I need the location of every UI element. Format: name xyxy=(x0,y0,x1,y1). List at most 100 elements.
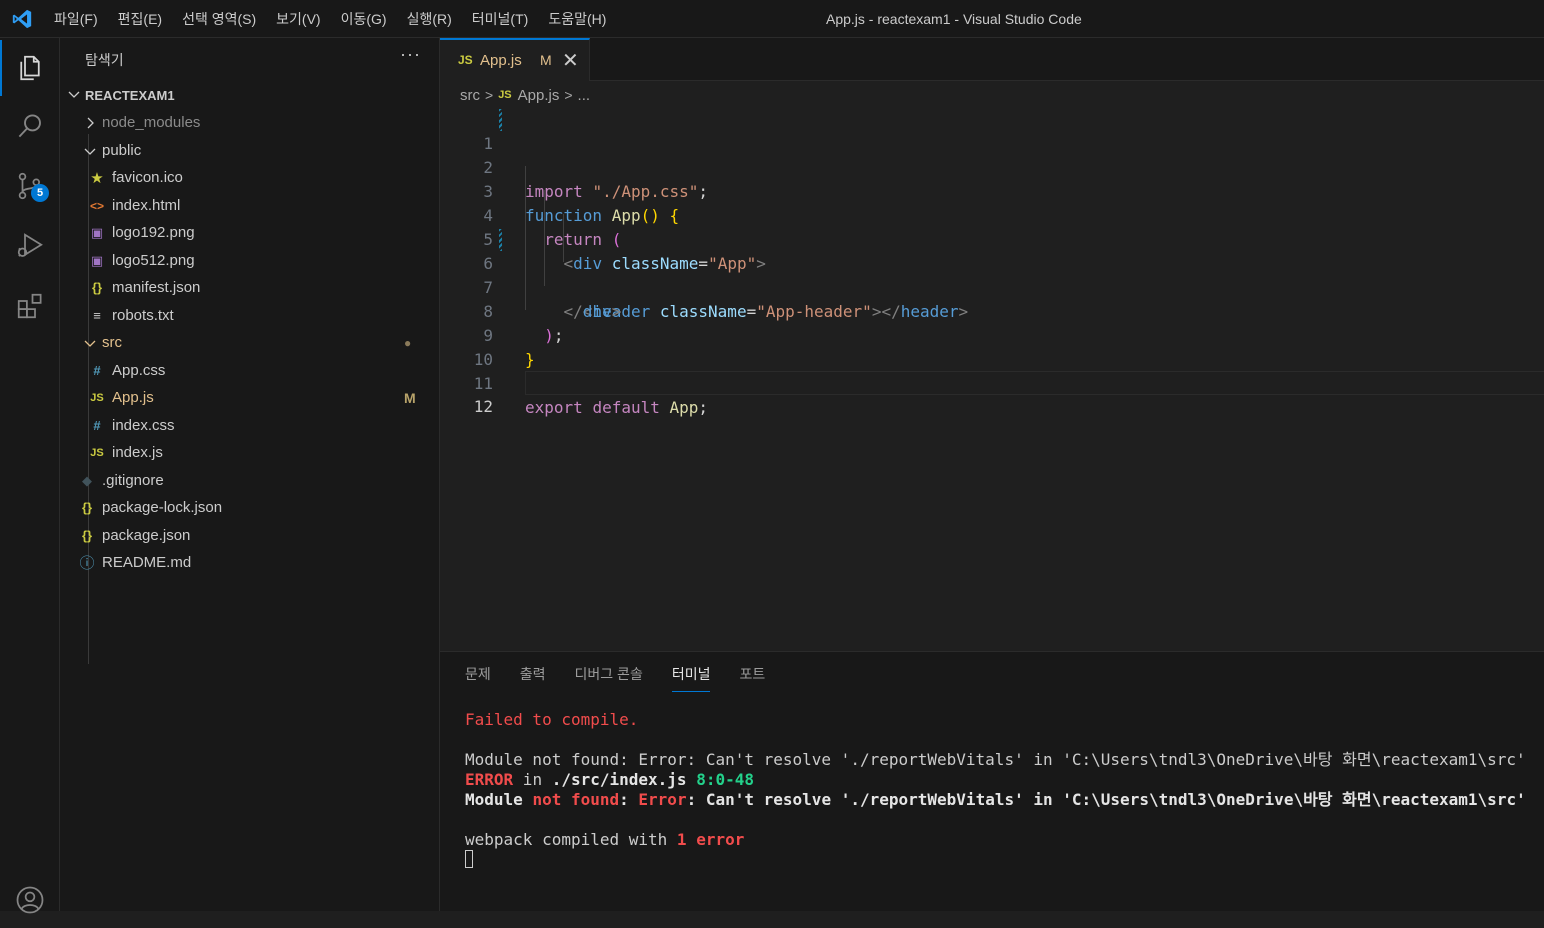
menu-view[interactable]: 보기(V) xyxy=(266,0,330,38)
tree-item-label: public xyxy=(102,142,142,159)
vscode-logo-icon xyxy=(12,9,32,29)
tree-item-favicon[interactable]: ★ favicon.ico xyxy=(60,164,439,191)
search-button[interactable] xyxy=(0,98,60,154)
terminal-line: Module not found: Error: Can't resolve '… xyxy=(465,750,1526,769)
terminal-cursor xyxy=(465,850,473,868)
tree-item-readme[interactable]: ⓘ README.md xyxy=(60,549,439,576)
code-line: 10 xyxy=(440,324,1544,369)
tree-item-logo512[interactable]: ▣ logo512.png xyxy=(60,247,439,274)
extensions-icon xyxy=(17,293,42,319)
tree-item-label: index.css xyxy=(112,417,175,434)
chevron-right-icon: > xyxy=(564,87,573,103)
star-icon: ★ xyxy=(90,169,104,187)
tree-item-manifest[interactable]: {} manifest.json xyxy=(60,274,439,301)
explorer-icon xyxy=(20,55,40,81)
tree-item-package-lock[interactable]: {} package-lock.json xyxy=(60,494,439,521)
code-line: 9 } xyxy=(440,300,1544,369)
js-file-icon: JS xyxy=(458,53,473,67)
code-line: 3 function App() { xyxy=(440,156,1544,225)
code-line: 6 <header className="App-header"></heade… xyxy=(440,228,1544,321)
terminal-line: webpack compiled with 1 error xyxy=(465,830,745,849)
explorer-button[interactable] xyxy=(0,40,60,96)
tree-item-index-css[interactable]: # index.css xyxy=(60,412,439,439)
menu-run[interactable]: 실행(R) xyxy=(397,0,462,38)
menu-help[interactable]: 도움말(H) xyxy=(538,0,616,38)
tree-item-index-js[interactable]: JS index.js xyxy=(60,439,439,466)
run-debug-button[interactable] xyxy=(0,218,60,274)
chevron-down-icon xyxy=(84,340,96,347)
tab-ports[interactable]: 포트 xyxy=(739,664,765,692)
tab-problems[interactable]: 문제 xyxy=(465,664,491,692)
terminal-line: ERROR in ./src/index.js 8:0-48 xyxy=(465,770,754,789)
tab-app-js[interactable]: JS App.js M ✕ xyxy=(440,38,590,81)
tree-item-index-html[interactable]: <> index.html xyxy=(60,192,439,219)
json-file-icon: {} xyxy=(91,280,103,295)
menu-go[interactable]: 이동(G) xyxy=(331,0,397,38)
extensions-button[interactable] xyxy=(0,278,60,334)
info-icon: ⓘ xyxy=(79,555,95,572)
breadcrumb-folder[interactable]: src xyxy=(460,87,480,104)
menu-selection[interactable]: 선택 영역(S) xyxy=(172,0,266,38)
tree-item-label: package-lock.json xyxy=(102,499,223,516)
breadcrumb-file[interactable]: App.js xyxy=(518,87,560,104)
tab-output[interactable]: 출력 xyxy=(520,664,546,692)
source-control-button[interactable]: 5 xyxy=(0,158,60,214)
tree-item-robots[interactable]: ≡ robots.txt xyxy=(60,302,439,329)
tree-item-node-modules[interactable]: node_modules xyxy=(60,109,439,136)
css-file-icon: # xyxy=(93,418,101,433)
accounts-button[interactable] xyxy=(0,872,60,928)
tree-item-logo192[interactable]: ▣ logo192.png xyxy=(60,219,439,246)
tree-item-public[interactable]: public xyxy=(60,137,439,164)
tree-item-gitignore[interactable]: ◆ .gitignore xyxy=(60,467,439,494)
code-line: 2 xyxy=(440,132,1544,177)
code-line: 7 </div> xyxy=(440,252,1544,321)
breadcrumb-more[interactable]: ... xyxy=(578,87,591,104)
gutter-modified-marker xyxy=(499,229,502,251)
chevron-down-icon xyxy=(84,148,96,155)
tab-label: App.js xyxy=(480,52,522,69)
image-file-icon: ▣ xyxy=(90,224,104,240)
title-bar: 파일(F) 편집(E) 선택 영역(S) 보기(V) 이동(G) 실행(R) 터… xyxy=(0,0,1544,38)
tree-item-src[interactable]: src ● xyxy=(60,329,439,356)
close-icon[interactable]: ✕ xyxy=(562,48,579,73)
tab-terminal[interactable]: 터미널 xyxy=(671,664,710,692)
sidebar-title: 탐색기 xyxy=(85,52,124,68)
tree-item-label: robots.txt xyxy=(112,307,174,324)
terminal-output[interactable]: Failed to compile. Module not found: Err… xyxy=(465,710,1526,870)
code-editor[interactable]: 1 import "./App.css"; 2 3 function App()… xyxy=(440,108,1544,651)
more-actions-icon[interactable]: ··· xyxy=(400,44,421,65)
menu-file[interactable]: 파일(F) xyxy=(44,0,108,38)
menu-edit[interactable]: 편집(E) xyxy=(108,0,172,38)
menu-terminal[interactable]: 터미널(T) xyxy=(462,0,539,38)
tree-item-label: .gitignore xyxy=(102,472,164,489)
text-file-icon: ≡ xyxy=(93,308,101,323)
js-file-icon: JS xyxy=(498,89,512,101)
editor-tab-bar: JS App.js M ✕ xyxy=(440,38,1544,81)
search-icon xyxy=(18,114,41,138)
tree-item-package-json[interactable]: {} package.json xyxy=(60,522,439,549)
css-file-icon: # xyxy=(93,363,101,378)
run-debug-icon xyxy=(17,233,43,257)
image-file-icon: ▣ xyxy=(90,252,104,268)
git-file-icon: ◆ xyxy=(82,472,92,488)
js-file-icon: JS xyxy=(90,391,104,404)
panel-tabs: 문제 출력 디버그 콘솔 터미널 포트 xyxy=(465,664,794,692)
workspace-header[interactable]: REACTEXAM1 xyxy=(60,83,439,107)
gutter-modified-marker xyxy=(499,109,502,131)
tree-item-app-js[interactable]: JS App.js M xyxy=(60,384,439,411)
tree-item-label: src xyxy=(102,334,122,351)
tree-item-label: manifest.json xyxy=(112,279,201,296)
js-file-icon: JS xyxy=(90,446,104,459)
tab-debug-console[interactable]: 디버그 콘솔 xyxy=(575,664,643,692)
tab-modified-indicator: M xyxy=(540,52,552,68)
tree-item-app-css[interactable]: # App.css xyxy=(60,357,439,384)
current-line-highlight xyxy=(525,371,1544,395)
bottom-panel: 문제 출력 디버그 콘솔 터미널 포트 Failed to compile. M… xyxy=(440,651,1544,911)
code-line-current: 12 xyxy=(440,371,1544,416)
line-number: 12 xyxy=(473,397,493,416)
tree-item-label: logo192.png xyxy=(112,224,195,241)
breadcrumb: src > JS App.js > ... xyxy=(460,84,590,106)
activity-bar: 5 xyxy=(0,38,60,914)
tree-item-label: favicon.ico xyxy=(112,169,183,186)
code-line: 11 export default App; xyxy=(440,348,1544,417)
